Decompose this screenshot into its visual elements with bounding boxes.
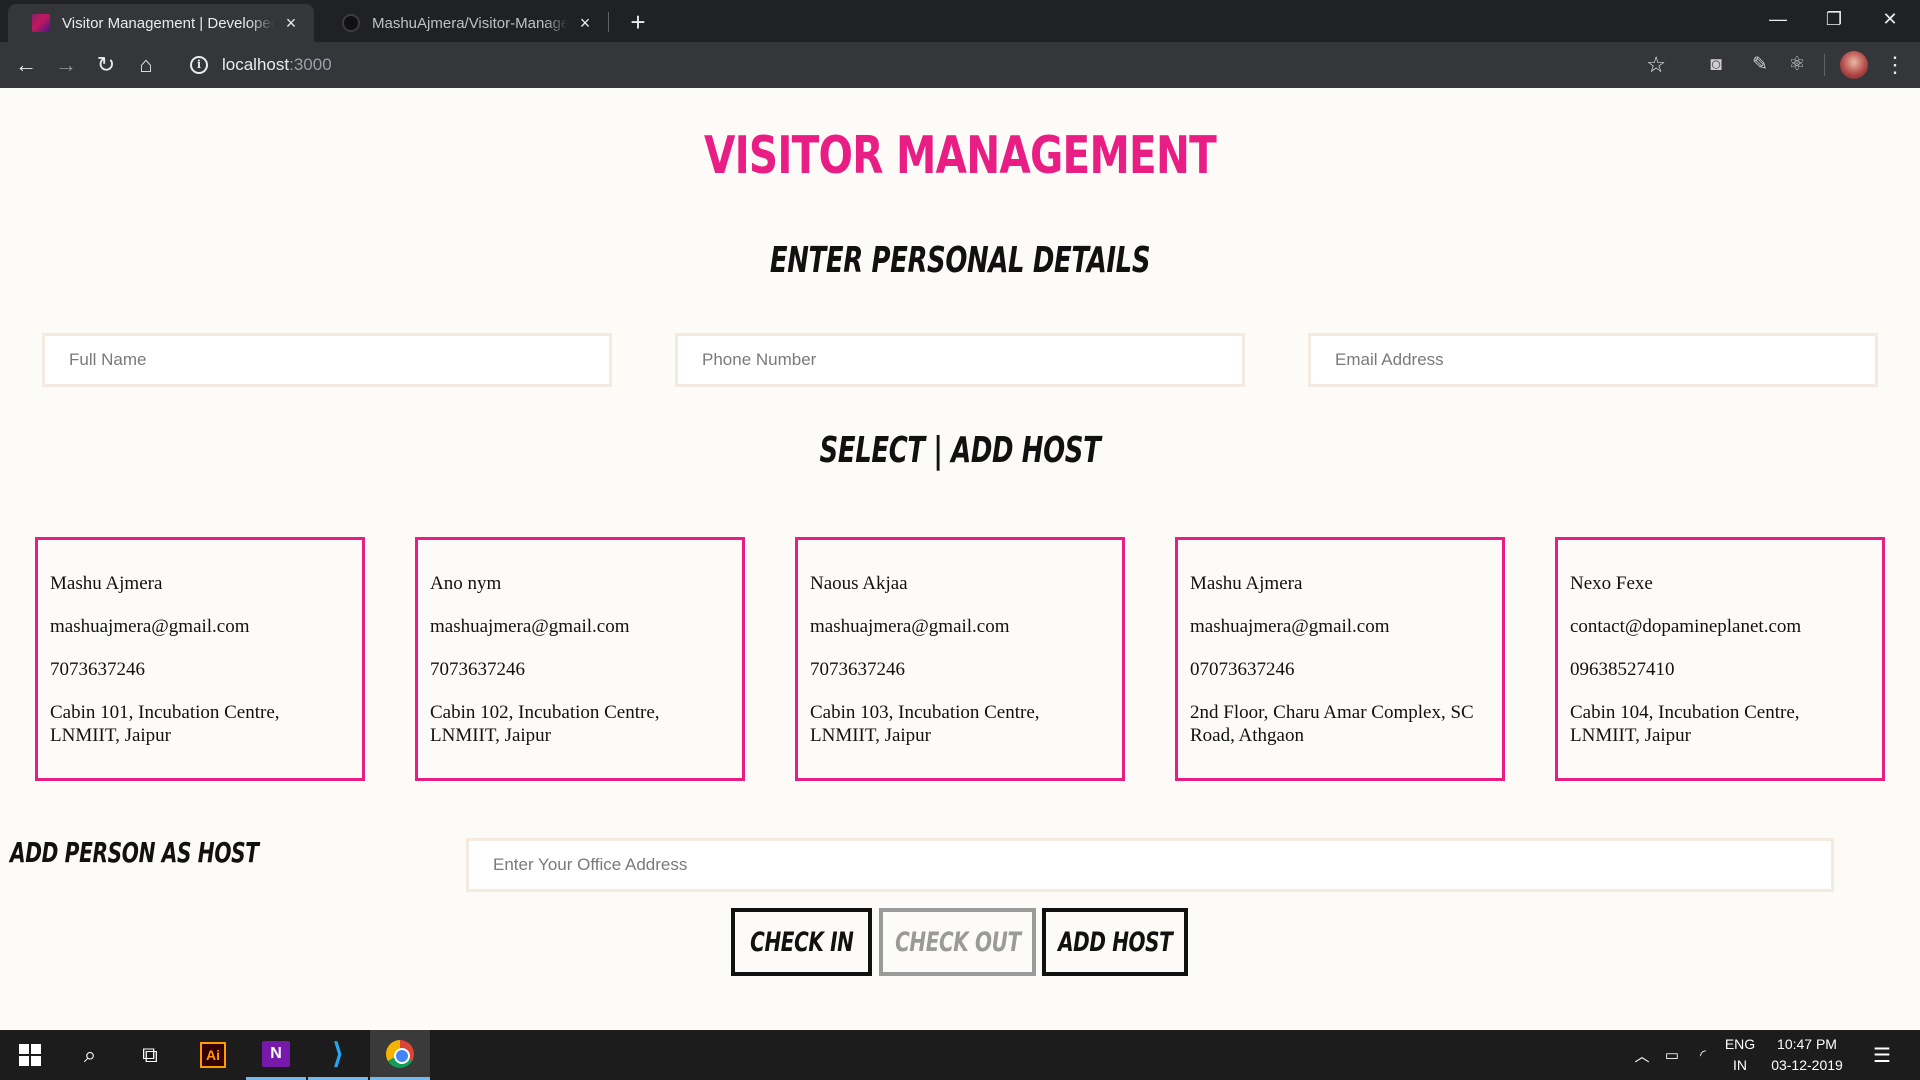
host-name: Ano nym	[430, 573, 502, 594]
host-address: 2nd Floor, Charu Amar Complex, SC Road, …	[1190, 702, 1474, 746]
clock-date: 03-12-2019	[1771, 1057, 1843, 1073]
home-icon[interactable]: ⌂	[130, 49, 162, 81]
notifications-icon[interactable]: ☰	[1862, 1030, 1902, 1080]
bookmark-star-icon[interactable]: ☆	[1646, 52, 1666, 78]
host-email: contact@dopamineplanet.com	[1570, 616, 1802, 637]
full-name-input[interactable]	[42, 333, 612, 387]
github-icon	[342, 14, 360, 32]
close-icon[interactable]: ×	[576, 14, 594, 32]
host-phone: 7073637246	[810, 659, 905, 680]
clock-time: 10:47 PM	[1777, 1036, 1837, 1052]
host-name: Nexo Fexe	[1570, 573, 1653, 594]
check-out-label: CHECK OUT	[894, 926, 1021, 958]
tab-title: MashuAjmera/Visitor-Manageme	[372, 14, 568, 32]
forward-icon[interactable]: →	[50, 49, 82, 81]
wifi-icon[interactable]: ◜	[1690, 1030, 1716, 1080]
host-phone: 07073637246	[1190, 659, 1295, 680]
url-port: :3000	[289, 55, 332, 74]
phone-number-input[interactable]	[675, 333, 1245, 387]
new-tab-icon[interactable]: +	[622, 6, 654, 38]
host-name: Naous Akjaa	[810, 573, 908, 594]
host-card[interactable]: Nexo Fexe contact@dopamineplanet.com 096…	[1555, 537, 1885, 781]
host-phone: 09638527410	[1570, 659, 1675, 680]
page-title: VISITOR MANAGEMENT	[703, 126, 1217, 186]
illustrator-icon[interactable]: Ai	[183, 1030, 243, 1080]
chrome-icon[interactable]	[370, 1030, 430, 1080]
add-host-label: ADD PERSON AS HOST	[10, 836, 259, 869]
toolbar-divider	[1824, 54, 1825, 76]
page-content: VISITOR MANAGEMENT ENTER PERSONAL DETAIL…	[0, 88, 1920, 1030]
host-name: Mashu Ajmera	[50, 573, 163, 594]
search-icon[interactable]: ⌕	[60, 1030, 120, 1080]
host-phone: 7073637246	[50, 659, 145, 680]
react-devtools-icon[interactable]: ⚛	[1784, 52, 1810, 78]
add-host-button[interactable]: ADD HOST	[1042, 908, 1188, 976]
office-address-input[interactable]	[466, 838, 1834, 892]
info-icon[interactable]: i	[190, 56, 208, 74]
task-view-icon[interactable]: ⧉	[120, 1030, 180, 1080]
clock[interactable]: 10:47 PM 03-12-2019	[1764, 1030, 1850, 1080]
close-icon[interactable]: ×	[282, 14, 300, 32]
host-heading: SELECT | ADD HOST	[819, 430, 1101, 471]
close-window-icon[interactable]: ✕	[1862, 0, 1918, 40]
back-icon[interactable]: ←	[10, 49, 42, 81]
host-card[interactable]: Mashu Ajmera mashuajmera@gmail.com 07073…	[1175, 537, 1505, 781]
url-host: localhost	[222, 55, 290, 74]
host-email: mashuajmera@gmail.com	[1190, 616, 1390, 637]
tab-divider	[608, 12, 609, 32]
personal-details-heading: ENTER PERSONAL DETAILS	[769, 240, 1151, 281]
host-address: Cabin 104, Incubation Centre, LNMIIT, Ja…	[1570, 702, 1800, 746]
host-card[interactable]: Naous Akjaa mashuajmera@gmail.com 707363…	[795, 537, 1125, 781]
restore-icon[interactable]: ❐	[1806, 0, 1862, 40]
pen-extension-icon[interactable]: ✎	[1747, 52, 1773, 78]
check-out-button[interactable]: CHECK OUT	[879, 908, 1036, 976]
site-favicon-icon	[32, 14, 50, 32]
windows-start-icon[interactable]	[0, 1030, 60, 1080]
host-name: Mashu Ajmera	[1190, 573, 1303, 594]
more-menu-icon[interactable]: ⋮	[1880, 50, 1910, 80]
host-email: mashuajmera@gmail.com	[810, 616, 1010, 637]
host-address: Cabin 102, Incubation Centre, LNMIIT, Ja…	[430, 702, 660, 746]
onenote-icon[interactable]: N	[246, 1030, 306, 1080]
host-card[interactable]: Mashu Ajmera mashuajmera@gmail.com 70736…	[35, 537, 365, 781]
language-code: ENG	[1724, 1036, 1756, 1052]
host-phone: 7073637246	[430, 659, 525, 680]
check-in-label: CHECK IN	[749, 926, 854, 958]
vscode-icon[interactable]: ⟩	[308, 1030, 368, 1080]
host-address: Cabin 103, Incubation Centre, LNMIIT, Ja…	[810, 702, 1040, 746]
host-email: mashuajmera@gmail.com	[50, 616, 250, 637]
add-host-button-label: ADD HOST	[1057, 926, 1173, 958]
minimize-icon[interactable]: —	[1750, 0, 1806, 40]
camera-extension-icon[interactable]: ◙	[1703, 52, 1729, 78]
tab-github-repo[interactable]: MashuAjmera/Visitor-Manageme ×	[318, 4, 608, 42]
browser-tab-bar: Visitor Management | Developed × MashuAj…	[0, 0, 1920, 42]
address-bar[interactable]: i localhost:3000 ☆	[176, 47, 1680, 83]
host-email: mashuajmera@gmail.com	[430, 616, 630, 637]
browser-toolbar: ← → ↻ ⌂ i localhost:3000 ☆ ◙ ✎ ⚛ ⋮	[0, 42, 1920, 88]
windows-taskbar: ⌕ ⧉ Ai N ⟩ ︿ ▭ ◜ ENG IN 10:47 PM 03-12-201…	[0, 1030, 1920, 1080]
battery-icon[interactable]: ▭	[1658, 1030, 1686, 1080]
tab-visitor-management[interactable]: Visitor Management | Developed ×	[8, 4, 314, 42]
reload-icon[interactable]: ↻	[90, 49, 122, 81]
host-address: Cabin 101, Incubation Centre, LNMIIT, Ja…	[50, 702, 280, 746]
language-indicator[interactable]: ENG IN	[1720, 1030, 1760, 1080]
show-hidden-icons-icon[interactable]: ︿	[1630, 1030, 1654, 1080]
email-address-input[interactable]	[1308, 333, 1878, 387]
host-card[interactable]: Ano nym mashuajmera@gmail.com 7073637246…	[415, 537, 745, 781]
check-in-button[interactable]: CHECK IN	[731, 908, 872, 976]
region-code: IN	[1733, 1057, 1747, 1073]
profile-avatar[interactable]	[1840, 51, 1868, 79]
tab-title: Visitor Management | Developed	[62, 14, 274, 32]
